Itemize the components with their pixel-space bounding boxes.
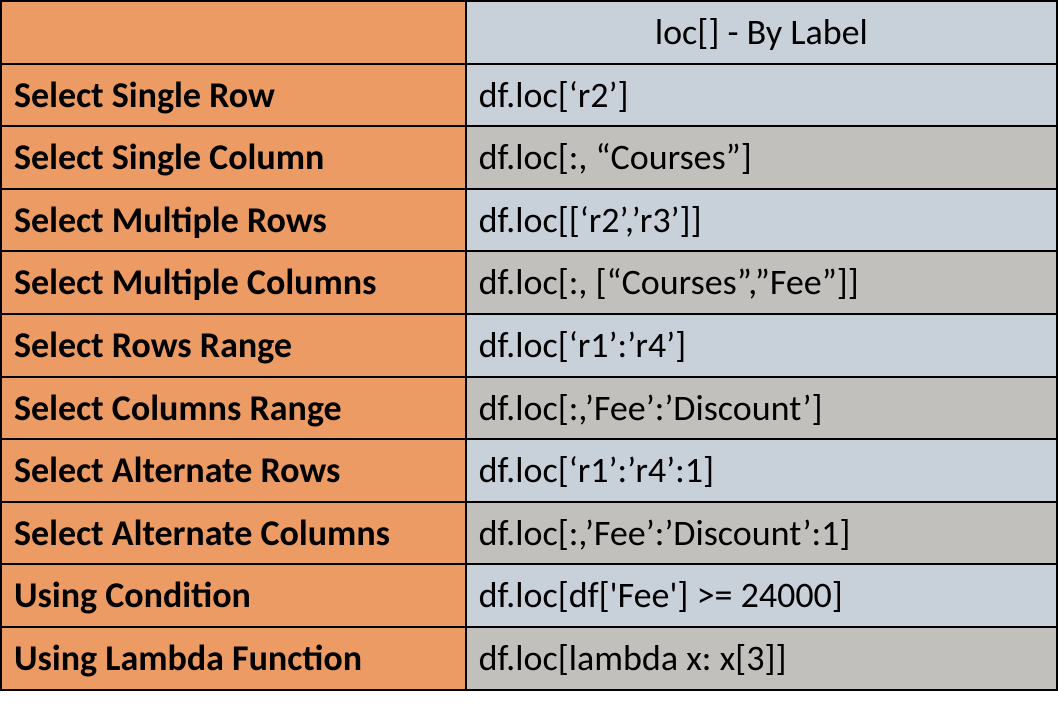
row-code: df.loc[‘r2’]: [466, 64, 1057, 127]
header-row: loc[] - By Label: [1, 1, 1057, 64]
loc-reference-table: loc[] - By Label Select Single Row df.lo…: [0, 0, 1058, 691]
row-code: df.loc[lambda x: x[3]]: [466, 627, 1057, 690]
row-code: df.loc[:, “Courses”]: [466, 126, 1057, 189]
row-label: Select Single Column: [1, 126, 466, 189]
row-code: df.loc[‘r1’:’r4’:1]: [466, 439, 1057, 502]
table-row: Select Rows Range df.loc[‘r1’:’r4’]: [1, 314, 1057, 377]
table-row: Select Single Column df.loc[:, “Courses”…: [1, 126, 1057, 189]
header-loc-by-label: loc[] - By Label: [466, 1, 1057, 64]
row-label: Select Single Row: [1, 64, 466, 127]
table-row: Select Single Row df.loc[‘r2’]: [1, 64, 1057, 127]
table-row: Select Alternate Columns df.loc[:,’Fee’:…: [1, 502, 1057, 565]
row-label: Select Alternate Columns: [1, 502, 466, 565]
row-code: df.loc[‘r1’:’r4’]: [466, 314, 1057, 377]
table-row: Using Lambda Function df.loc[lambda x: x…: [1, 627, 1057, 690]
row-code: df.loc[:,’Fee’:’Discount’:1]: [466, 502, 1057, 565]
row-label: Select Multiple Columns: [1, 251, 466, 314]
table-row: Select Multiple Columns df.loc[:, [“Cour…: [1, 251, 1057, 314]
row-label: Select Columns Range: [1, 377, 466, 440]
row-code: df.loc[:,’Fee’:’Discount’]: [466, 377, 1057, 440]
row-label: Select Rows Range: [1, 314, 466, 377]
table-row: Select Multiple Rows df.loc[[‘r2’,’r3’]]: [1, 189, 1057, 252]
table: loc[] - By Label Select Single Row df.lo…: [0, 0, 1058, 691]
row-code: df.loc[df['Fee'] >= 24000]: [466, 564, 1057, 627]
header-blank: [1, 1, 466, 64]
row-code: df.loc[[‘r2’,’r3’]]: [466, 189, 1057, 252]
table-row: Select Columns Range df.loc[:,’Fee’:’Dis…: [1, 377, 1057, 440]
row-label: Using Lambda Function: [1, 627, 466, 690]
row-label: Select Multiple Rows: [1, 189, 466, 252]
table-row: Using Condition df.loc[df['Fee'] >= 2400…: [1, 564, 1057, 627]
table-row: Select Alternate Rows df.loc[‘r1’:’r4’:1…: [1, 439, 1057, 502]
row-code: df.loc[:, [“Courses”,”Fee”]]: [466, 251, 1057, 314]
row-label: Select Alternate Rows: [1, 439, 466, 502]
row-label: Using Condition: [1, 564, 466, 627]
